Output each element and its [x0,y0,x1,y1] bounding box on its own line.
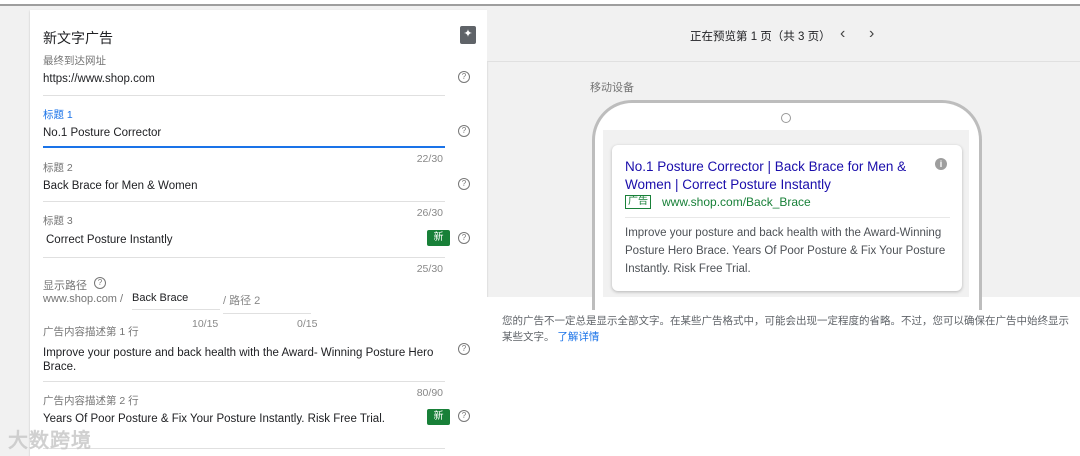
desc2-input[interactable]: Years Of Poor Posture & Fix Your Posture… [43,413,385,425]
display-path-domain: www.shop.com / [43,293,124,305]
headline3-count: 25/30 [416,263,443,275]
divider [625,217,950,218]
headline2-count: 26/30 [416,207,443,219]
help-icon[interactable]: ? [458,125,470,137]
headline3-label: 标题 3 [43,215,73,227]
prev-page-button[interactable]: ‹ [840,25,845,43]
ad-preview-card: No.1 Posture Corrector | Back Brace for … [612,145,962,291]
phone-camera-icon [781,113,791,123]
display-path-label: 显示路径 [43,280,87,292]
help-icon[interactable]: ? [458,343,470,355]
preview-note: 您的广告不一定总是显示全部文字。在某些广告格式中，可能会出现一定程度的省略。不过… [502,313,1072,345]
help-icon[interactable]: ? [458,232,470,244]
headline1-label: 标题 1 [43,109,73,121]
ad-description: Improve your posture and back health wit… [625,227,946,275]
ad-headline[interactable]: No.1 Posture Corrector | Back Brace for … [625,158,925,194]
device-label: 移动设备 [590,82,634,94]
desc2-label: 广告内容描述第 2 行 [43,395,139,407]
headline2-label: 标题 2 [43,162,73,174]
next-page-button[interactable]: › [869,25,874,43]
info-icon[interactable]: i [935,158,947,170]
help-icon[interactable]: ? [94,277,106,289]
new-badge: 新 [427,230,450,246]
left-gutter [0,6,30,456]
top-bar [0,0,1080,6]
path2-count: 0/15 [297,318,318,330]
preview-pager-text: 正在预览第 1 页（共 3 页） [690,31,831,43]
desc1-count: 80/90 [416,387,443,399]
divider [43,95,445,96]
help-icon[interactable]: ? [458,178,470,190]
path1-input[interactable]: Back Brace [132,292,220,310]
path1-count: 10/15 [192,318,219,330]
headline1-count: 22/30 [416,153,443,165]
path2-input[interactable]: / 路径 2 [223,292,311,314]
ad-tag: 广告 [625,195,651,209]
final-url-input[interactable]: https://www.shop.com [43,73,155,85]
headline3-input[interactable]: Correct Posture Instantly [46,234,173,246]
final-url-label: 最终到达网址 [43,55,106,67]
learn-more-link[interactable]: 了解详情 [557,331,599,343]
desc1-label: 广告内容描述第 1 行 [43,326,139,338]
divider [43,257,445,258]
ad-display-url: www.shop.com/Back_Brace [662,195,811,209]
help-icon[interactable]: ? [458,71,470,83]
card-title: 新文字广告 [43,30,113,46]
headline1-input[interactable]: No.1 Posture Corrector [43,127,161,139]
ad-editor-card: 新文字广告 ✦ 最终到达网址 https://www.shop.com ? 标题… [30,10,487,456]
watermark-logo: 大数跨境 [8,430,92,452]
new-badge: 新 [427,409,450,425]
desc1-input[interactable]: Improve your posture and back health wit… [43,346,443,374]
divider [43,201,445,202]
ad-strength-icon[interactable]: ✦ [460,26,476,44]
help-icon[interactable]: ? [458,410,470,422]
headline1-focus-line [43,146,445,148]
headline2-input[interactable]: Back Brace for Men & Women [43,180,197,192]
divider [43,448,445,449]
divider [43,381,445,382]
